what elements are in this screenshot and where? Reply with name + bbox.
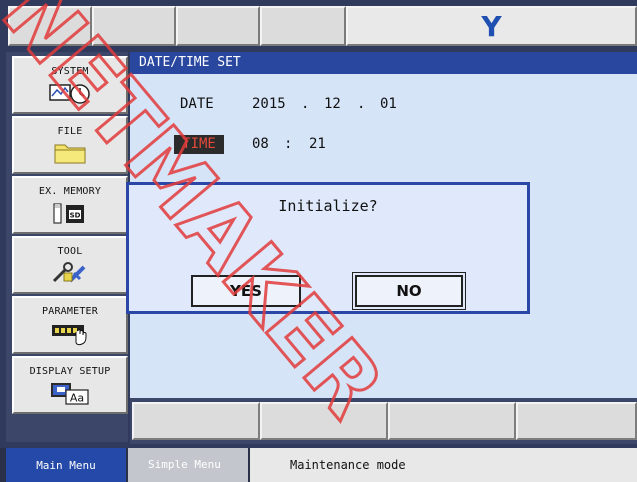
function-button-3[interactable] <box>388 402 516 440</box>
display-setup-icon: Aa <box>49 381 91 405</box>
top-bar-button-4[interactable] <box>260 6 346 46</box>
logo-area: Y <box>346 6 637 46</box>
function-button-2[interactable] <box>260 402 388 440</box>
date-separator: . <box>301 96 310 112</box>
function-button-4[interactable] <box>516 402 637 440</box>
top-bar-button-3[interactable] <box>176 6 260 46</box>
system-icon <box>49 81 91 105</box>
tool-icon <box>50 261 90 285</box>
yes-button[interactable]: YES <box>191 275 301 307</box>
sd-card-icon: SD <box>51 201 89 225</box>
time-minute-field[interactable]: 21 <box>309 136 326 152</box>
page-title: DATE/TIME SET <box>130 52 637 74</box>
no-button[interactable]: NO <box>352 272 466 310</box>
sidebar-item-tool[interactable]: TOOL <box>12 236 128 294</box>
status-bar: Main Menu Simple Menu Maintenance mode <box>0 448 637 482</box>
time-separator: : <box>284 136 293 152</box>
sidebar-item-system[interactable]: SYSTEM <box>12 56 128 114</box>
top-bar-button-2[interactable] <box>92 6 176 46</box>
sidebar-item-label: TOOL <box>57 246 83 257</box>
mode-indicator: Maintenance mode <box>250 448 637 482</box>
svg-text:SD: SD <box>70 212 81 220</box>
sidebar-item-ex-memory[interactable]: EX. MEMORY SD <box>12 176 128 234</box>
main-menu-button[interactable]: Main Menu <box>6 448 126 482</box>
simple-menu-button[interactable]: Simple Menu <box>128 448 248 482</box>
sidebar-item-label: FILE <box>57 126 83 137</box>
date-month-field[interactable]: 12 <box>324 96 341 112</box>
date-day-field[interactable]: 01 <box>380 96 397 112</box>
sidebar-item-label: PARAMETER <box>42 306 98 317</box>
sidebar-item-label: EX. MEMORY <box>38 186 102 197</box>
date-label: DATE <box>180 96 214 112</box>
folder-icon <box>53 141 87 165</box>
function-bar <box>130 398 637 444</box>
time-label: TIME <box>174 135 224 154</box>
time-hour-field[interactable]: 08 <box>252 136 269 152</box>
date-separator: . <box>357 96 366 112</box>
sidebar-item-label: DISPLAY SETUP <box>29 366 111 377</box>
pendant-screen: Y SYSTEM FILE EX. MEMORY SD TOOL PARAMET… <box>0 0 637 482</box>
dialog-title: Initialize? <box>278 197 378 215</box>
sidebar: SYSTEM FILE EX. MEMORY SD TOOL PARAMETER… <box>6 52 128 442</box>
initialize-dialog: Initialize? YES NO <box>126 182 530 314</box>
sidebar-item-label: SYSTEM <box>51 66 89 77</box>
parameter-icon <box>49 321 91 346</box>
top-bar-button-1[interactable] <box>8 6 92 46</box>
sidebar-item-display-setup[interactable]: DISPLAY SETUP Aa <box>12 356 128 414</box>
sidebar-item-file[interactable]: FILE <box>12 116 128 174</box>
svg-text:Aa: Aa <box>70 392 84 405</box>
sidebar-item-parameter[interactable]: PARAMETER <box>12 296 128 354</box>
logo-letter: Y <box>481 9 502 43</box>
function-button-1[interactable] <box>132 402 260 440</box>
date-year-field[interactable]: 2015 <box>252 96 286 112</box>
